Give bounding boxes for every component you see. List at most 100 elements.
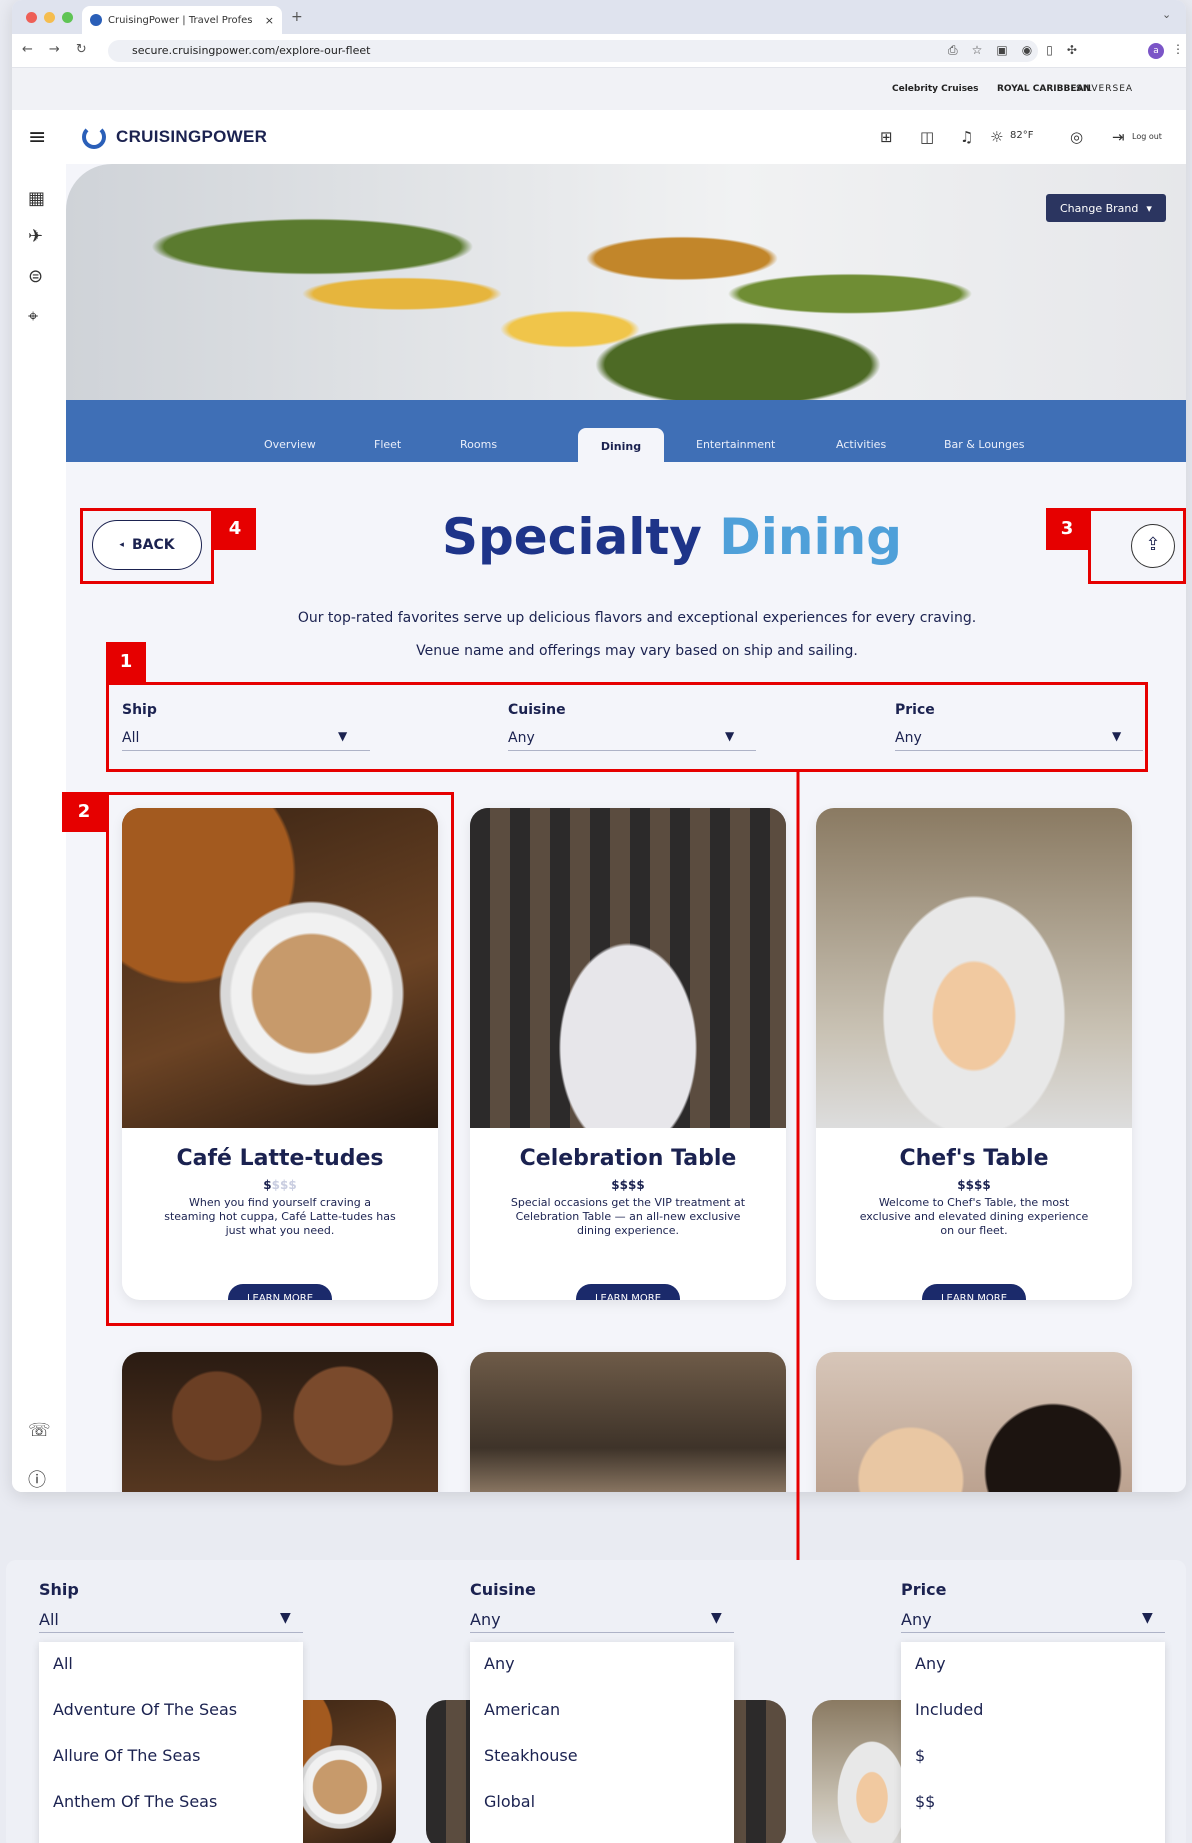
site-logo[interactable]: CRUISINGPOWER [116, 127, 267, 147]
weather-readout: 82°F [1010, 130, 1034, 141]
install-app-icon[interactable]: ⎙ [948, 43, 958, 58]
browser-tab[interactable]: CruisingPower | Travel Profes × [82, 6, 282, 34]
maximize-window-dot[interactable] [62, 12, 73, 23]
address-bar-row: ← → ↻ secure.cruisingpower.com/explore-o… [12, 34, 1186, 68]
ship-dropdown-list: All Adventure Of The Seas Allure Of The … [39, 1642, 303, 1843]
globe-icon[interactable]: ⊜ [28, 266, 43, 287]
price-filter-value[interactable]: Any [901, 1610, 932, 1629]
back-arrow-icon[interactable]: ← [22, 42, 33, 57]
card-image [470, 808, 786, 1128]
logout-link[interactable]: Log out [1132, 132, 1162, 141]
page-title: Specialty Dining [292, 508, 1052, 566]
annotation-number-1: 1 [106, 642, 146, 682]
ship-option[interactable]: All [53, 1654, 73, 1673]
dining-card-row2-3[interactable] [816, 1352, 1132, 1492]
hamburger-menu-icon[interactable]: ≡ [28, 125, 46, 150]
cuisine-option[interactable]: American [484, 1700, 560, 1719]
card-price: $$$$ [611, 1178, 645, 1192]
tab-dining[interactable]: Dining [578, 428, 664, 462]
support-chat-icon[interactable]: ☏ [28, 1420, 51, 1441]
card-image [816, 808, 1132, 1128]
learn-more-button[interactable]: LEARN MORE [576, 1284, 680, 1300]
tab-close-icon[interactable]: × [265, 14, 274, 27]
sun-icon: ☼ [990, 128, 1004, 146]
new-tab-button[interactable]: + [291, 9, 303, 25]
change-brand-label: Change Brand [1060, 201, 1139, 215]
plane-icon[interactable]: ✈ [28, 226, 43, 247]
profile-avatar[interactable]: a [1148, 43, 1164, 59]
help-icon[interactable]: ⓘ [28, 1466, 46, 1492]
price-option[interactable]: Any [915, 1654, 946, 1673]
ship-caret-down-icon[interactable]: ▼ [280, 1610, 291, 1626]
browser-titlebar: CruisingPower | Travel Profes × + ⌄ [12, 0, 1186, 34]
ship-filter-label: Ship [39, 1580, 79, 1599]
location-pin-icon[interactable]: ⌖ [28, 306, 38, 327]
annotation-box-card [106, 792, 454, 1326]
camera-icon[interactable]: ◉ [1022, 43, 1032, 58]
minimize-window-dot[interactable] [44, 12, 55, 23]
browser-menu-icon[interactable]: ⋮ [1172, 42, 1184, 56]
price-filter-label: Price [901, 1580, 947, 1599]
annotation-box-filters [106, 682, 1148, 772]
cuisine-option[interactable]: Global [484, 1792, 535, 1811]
dining-card-celebration-table[interactable]: Celebration Table $$$$ Special occasions… [470, 808, 786, 1300]
tab-activities[interactable]: Activities [836, 438, 886, 451]
card-title: Celebration Table [519, 1146, 737, 1171]
dining-card-row2-2[interactable] [470, 1352, 786, 1492]
cuisine-caret-down-icon[interactable]: ▼ [711, 1610, 722, 1626]
sidepanel-icon[interactable]: ▯ [1046, 43, 1053, 58]
tab-entertainment[interactable]: Entertainment [696, 438, 775, 451]
cruisingpower-logo-icon [82, 125, 106, 149]
close-window-dot[interactable] [26, 12, 37, 23]
annotation-number-2: 2 [62, 792, 106, 832]
cuisine-dropdown-list: Any American Steakhouse Global [470, 1642, 734, 1843]
price-option[interactable]: $ [915, 1746, 925, 1765]
bell-icon[interactable]: ♫ [960, 128, 973, 146]
ship-option[interactable]: Anthem Of The Seas [53, 1792, 217, 1811]
price-filter-underline [901, 1632, 1165, 1633]
dining-card-row2-1[interactable] [122, 1352, 438, 1492]
title-dining: Dining [719, 508, 903, 566]
brand-celebrity[interactable]: Celebrity Cruises [892, 84, 979, 94]
caret-down-icon: ▾ [1146, 201, 1152, 215]
card-description: Welcome to Chef's Table, the most exclus… [859, 1196, 1089, 1237]
puzzle-icon[interactable]: ✣ [1067, 43, 1077, 58]
cuisine-filter-value[interactable]: Any [470, 1610, 501, 1629]
account-icon[interactable]: ◎ [1070, 128, 1083, 146]
change-brand-button[interactable]: Change Brand ▾ [1046, 194, 1166, 222]
dining-card-chefs-table[interactable]: Chef's Table $$$$ Welcome to Chef's Tabl… [816, 808, 1132, 1300]
tab-bar-lounges[interactable]: Bar & Lounges [944, 438, 1024, 451]
section-tabs: Overview Fleet Rooms Dining Entertainmen… [66, 400, 1186, 462]
ship-option[interactable]: Allure Of The Seas [53, 1746, 200, 1765]
url-field[interactable]: secure.cruisingpower.com/explore-our-fle… [108, 40, 1038, 62]
forward-arrow-icon[interactable]: → [49, 42, 60, 57]
ship-filter-value[interactable]: All [39, 1610, 59, 1629]
ship-filter-underline [39, 1632, 303, 1633]
calendar-add-icon[interactable]: ▦ [28, 188, 45, 209]
tab-search-chevron-icon[interactable]: ⌄ [1162, 8, 1171, 21]
card-price: $$$$ [957, 1178, 991, 1192]
annotation-arrow [786, 770, 812, 1611]
cuisine-option[interactable]: Any [484, 1654, 515, 1673]
brand-silversea[interactable]: SILVERSEA [1076, 84, 1133, 94]
cuisine-option[interactable]: Steakhouse [484, 1746, 578, 1765]
apps-grid-icon[interactable]: ⊞ [880, 128, 893, 146]
cruisingpower-favicon-icon [90, 14, 102, 26]
tab-rooms[interactable]: Rooms [460, 438, 497, 451]
annotation-number-3: 3 [1046, 508, 1088, 550]
chat-icon[interactable]: ◫ [920, 128, 934, 146]
ship-option[interactable]: Adventure Of The Seas [53, 1700, 237, 1719]
extension-icon[interactable]: ▣ [996, 43, 1007, 58]
bookmark-star-icon[interactable]: ☆ [972, 43, 983, 58]
tab-overview[interactable]: Overview [264, 438, 316, 451]
learn-more-button[interactable]: LEARN MORE [922, 1284, 1026, 1300]
price-option[interactable]: Included [915, 1700, 983, 1719]
expanded-filters-panel: Ship All ▼ All Adventure Of The Seas All… [6, 1560, 1186, 1843]
tab-fleet[interactable]: Fleet [374, 438, 401, 451]
logout-icon[interactable]: ⇥ [1112, 128, 1125, 146]
annotation-box-back [80, 508, 214, 584]
disclaimer-text: Venue name and offerings may vary based … [416, 643, 858, 659]
reload-icon[interactable]: ↻ [76, 42, 87, 57]
price-caret-down-icon[interactable]: ▼ [1142, 1610, 1153, 1626]
price-option[interactable]: $$ [915, 1792, 935, 1811]
